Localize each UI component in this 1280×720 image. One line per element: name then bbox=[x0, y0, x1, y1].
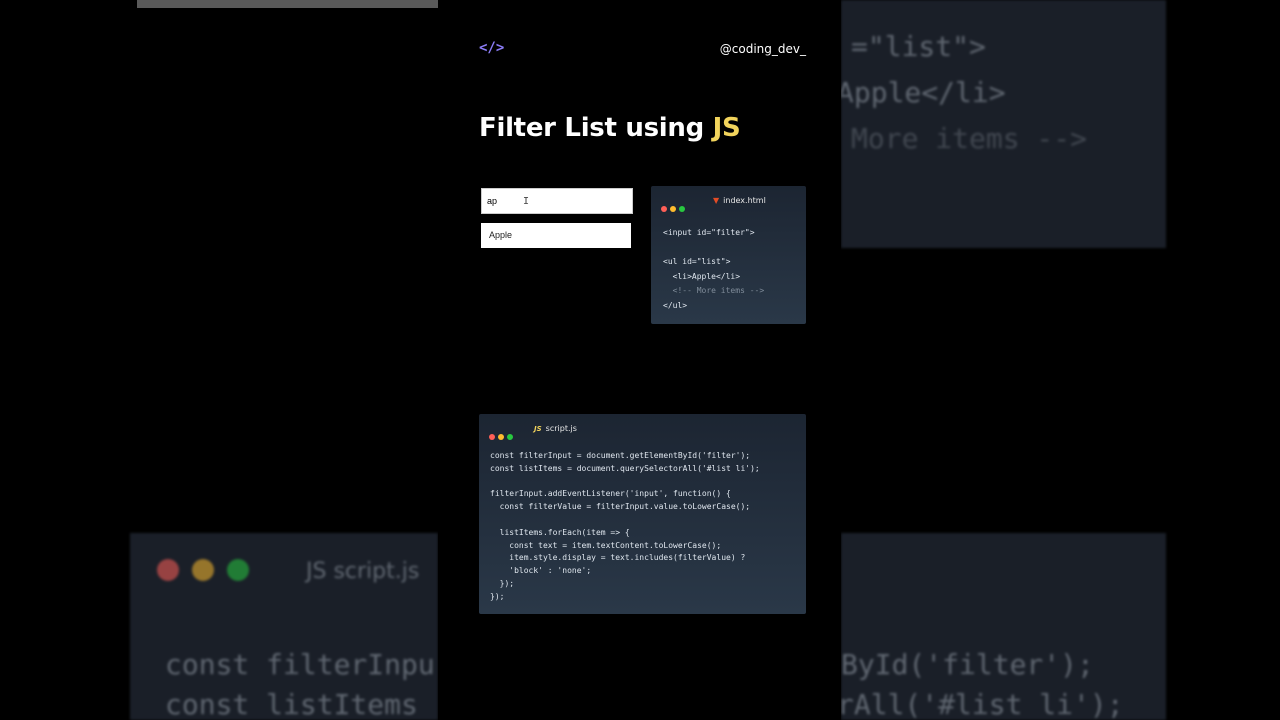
code-line: </ul> bbox=[663, 300, 688, 310]
code-line: listItems.forEach(item => { bbox=[490, 527, 630, 537]
close-dot-icon bbox=[489, 434, 495, 440]
js-filename: script.js bbox=[545, 424, 577, 433]
code-line: filterInput.addEventListener('input', fu… bbox=[490, 489, 731, 499]
bg-code-line: const listItems bbox=[165, 688, 418, 720]
code-logo-icon: </> bbox=[479, 40, 505, 56]
filtered-list: Apple bbox=[481, 223, 631, 248]
code-line: }); bbox=[490, 591, 505, 601]
html-filename: index.html bbox=[723, 196, 766, 205]
js-code: const filterInput = document.getElementB… bbox=[490, 450, 760, 604]
bg-window-title: JS script.js bbox=[306, 559, 420, 584]
title-accent: JS bbox=[712, 113, 741, 143]
bg-code-line: ="list"> bbox=[851, 30, 986, 63]
window-title: ▼ index.html bbox=[713, 196, 766, 205]
code-line: const listItems = document.querySelector… bbox=[490, 463, 760, 473]
background-js-preview-right: ById('filter'); rAll('#list li'); bbox=[841, 533, 1166, 720]
code-line: const text = item.textContent.toLowerCas… bbox=[490, 540, 722, 550]
code-comment-line: <!-- More items --> bbox=[663, 286, 765, 295]
background-html-preview: ="list"> Apple</li> More items --> bbox=[841, 0, 1166, 248]
window-title: JS script.js bbox=[534, 424, 577, 433]
background-top-bar bbox=[137, 0, 438, 8]
maximize-dot-icon bbox=[507, 434, 513, 440]
window-controls bbox=[661, 197, 688, 216]
code-line: }); bbox=[490, 578, 515, 588]
code-line: <ul id="list"> bbox=[663, 257, 731, 266]
code-line: item.style.display = text.includes(filte… bbox=[490, 553, 746, 563]
code-line: 'block' : 'none'; bbox=[490, 566, 592, 576]
code-line: const filterInput = document.getElementB… bbox=[490, 451, 751, 460]
bg-code-line: Apple</li> bbox=[841, 76, 1006, 109]
minimize-dot-icon bbox=[498, 434, 504, 440]
html5-icon: ▼ bbox=[713, 196, 720, 205]
list-item: Apple bbox=[481, 223, 631, 248]
js-icon: JS bbox=[534, 425, 542, 433]
bg-code-line: More items --> bbox=[851, 122, 1088, 155]
page-title: Filter List using JS bbox=[479, 113, 741, 143]
window-controls bbox=[489, 425, 516, 444]
html-code-window: ▼ index.html <input id="filter"> <ul id="l… bbox=[651, 186, 806, 324]
author-handle: @coding_dev_ bbox=[719, 42, 806, 56]
title-text: Filter List using bbox=[479, 113, 713, 143]
bg-code-line: const filterInpu bbox=[165, 648, 435, 681]
js-code-window: JS script.js const filterInput = document… bbox=[479, 414, 806, 614]
close-dot-icon bbox=[661, 206, 667, 212]
bg-code-line: ById('filter'); bbox=[841, 648, 1094, 681]
minimize-dot-icon bbox=[670, 206, 676, 212]
code-line: const filterValue = filterInput.value.to… bbox=[490, 502, 751, 512]
main-content: </> @coding_dev_ Filter List using JS I … bbox=[438, 0, 841, 720]
bg-code-line: rAll('#list li'); bbox=[841, 688, 1124, 720]
filter-input[interactable] bbox=[481, 188, 633, 214]
background-js-preview-left: JS script.js const filterInpu const list… bbox=[130, 533, 438, 720]
code-line: <li>Apple</li> bbox=[663, 271, 741, 281]
text-cursor-icon: I bbox=[523, 196, 530, 207]
html-code: <input id="filter"> <ul id="list"> <li>Ap… bbox=[663, 226, 764, 313]
code-line: <input id="filter"> bbox=[663, 228, 755, 237]
maximize-dot-icon bbox=[679, 206, 685, 212]
